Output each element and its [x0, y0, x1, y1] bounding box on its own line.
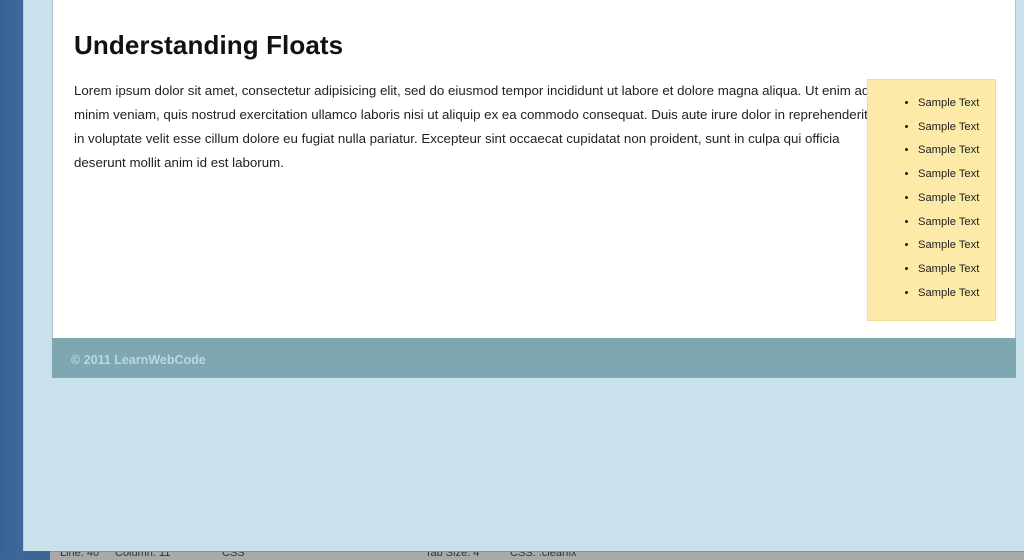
statusbar-symbol[interactable]: CSS: .clearfix: [510, 552, 577, 559]
main-content: Understanding Floats Lorem ipsum dolor s…: [52, 0, 1016, 338]
sidebar-list: Sample Text Sample Text Sample Text Samp…: [868, 80, 995, 305]
footer-copyright: © 2011 LearnWebCode: [71, 353, 206, 367]
sidebar-list-item: Sample Text: [918, 163, 995, 187]
sidebar-list-item: Sample Text: [918, 139, 995, 163]
body-paragraph: Lorem ipsum dolor sit amet, consectetur …: [74, 83, 870, 170]
sidebar-list-item: Sample Text: [918, 234, 995, 258]
sidebar-list-item: Sample Text: [918, 282, 995, 306]
browser-viewport: Understanding Floats Lorem ipsum dolor s…: [23, 0, 1024, 551]
sidebar-list-item: Sample Text: [918, 92, 995, 116]
sidebar-list-item: Sample Text: [918, 187, 995, 211]
sidebar-list-item: Sample Text: [918, 258, 995, 282]
sidebar-list-item: Sample Text: [918, 116, 995, 140]
statusbar-line: Line: 40: [60, 551, 100, 559]
desktop-background: [0, 0, 24, 559]
sidebar-list-item: Sample Text: [918, 211, 995, 235]
page-wrapper: Understanding Floats Lorem ipsum dolor s…: [52, 0, 1016, 378]
page-footer: © 2011 LearnWebCode: [52, 338, 1016, 378]
floated-sidebar: Sample Text Sample Text Sample Text Samp…: [867, 79, 996, 321]
statusbar-tab-size[interactable]: Tab Size: 4: [425, 552, 479, 559]
statusbar-column: Column: 11: [115, 551, 171, 559]
page-title: Understanding Floats: [74, 30, 344, 60]
statusbar-language[interactable]: CSS: [222, 552, 245, 559]
